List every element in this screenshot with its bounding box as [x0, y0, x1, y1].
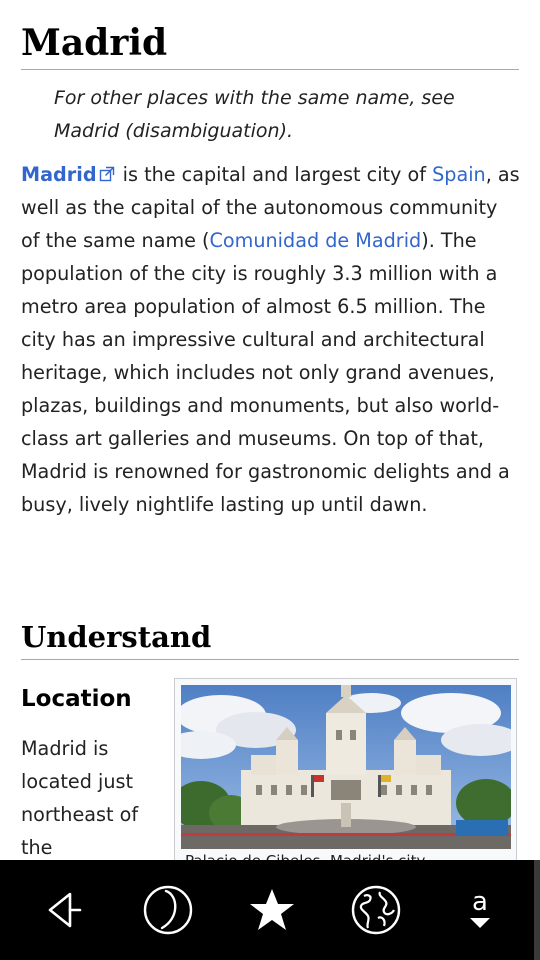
article-content[interactable]: Madrid For other places with the same na…	[0, 0, 540, 860]
image-caption: Palacio de Cibeles, Madrid's city	[185, 851, 505, 860]
title-divider	[21, 69, 519, 70]
back-button[interactable]	[32, 878, 96, 942]
link-spain[interactable]: Spain	[432, 163, 486, 186]
text-size-button[interactable]: a	[448, 878, 512, 942]
external-link-icon[interactable]	[99, 166, 115, 182]
bottom-toolbar: a	[0, 860, 540, 960]
back-icon	[48, 892, 82, 928]
section-divider	[21, 659, 519, 660]
night-mode-button[interactable]	[136, 878, 200, 942]
intro-paragraph: Madrid is the capital and largest city o…	[21, 158, 521, 521]
font-size-icon: a	[470, 887, 490, 928]
bookmarks-button[interactable]	[240, 878, 304, 942]
intro-text-1: is the capital and largest city of	[116, 163, 433, 186]
star-icon	[250, 889, 294, 930]
globe-icon	[351, 885, 401, 935]
svg-text:a: a	[472, 887, 488, 917]
map-button[interactable]	[344, 878, 408, 942]
scroll-edge	[534, 860, 540, 960]
intro-text-3: ). The population of the city is roughly…	[21, 229, 510, 516]
subsection-heading-location: Location	[21, 686, 132, 712]
moon-icon	[143, 885, 193, 935]
link-madrid[interactable]: Madrid	[21, 163, 97, 186]
page-title: Madrid	[21, 22, 168, 64]
palacio-de-cibeles-photo[interactable]	[181, 685, 511, 849]
location-paragraph: Madrid is located just northeast of the	[21, 737, 139, 859]
hatnote: For other places with the same name, see…	[54, 87, 455, 142]
section-heading-understand: Understand	[21, 620, 212, 654]
link-comunidad-de-madrid[interactable]: Comunidad de Madrid	[210, 229, 422, 252]
image-thumbnail[interactable]: Palacio de Cibeles, Madrid's city	[174, 678, 517, 860]
